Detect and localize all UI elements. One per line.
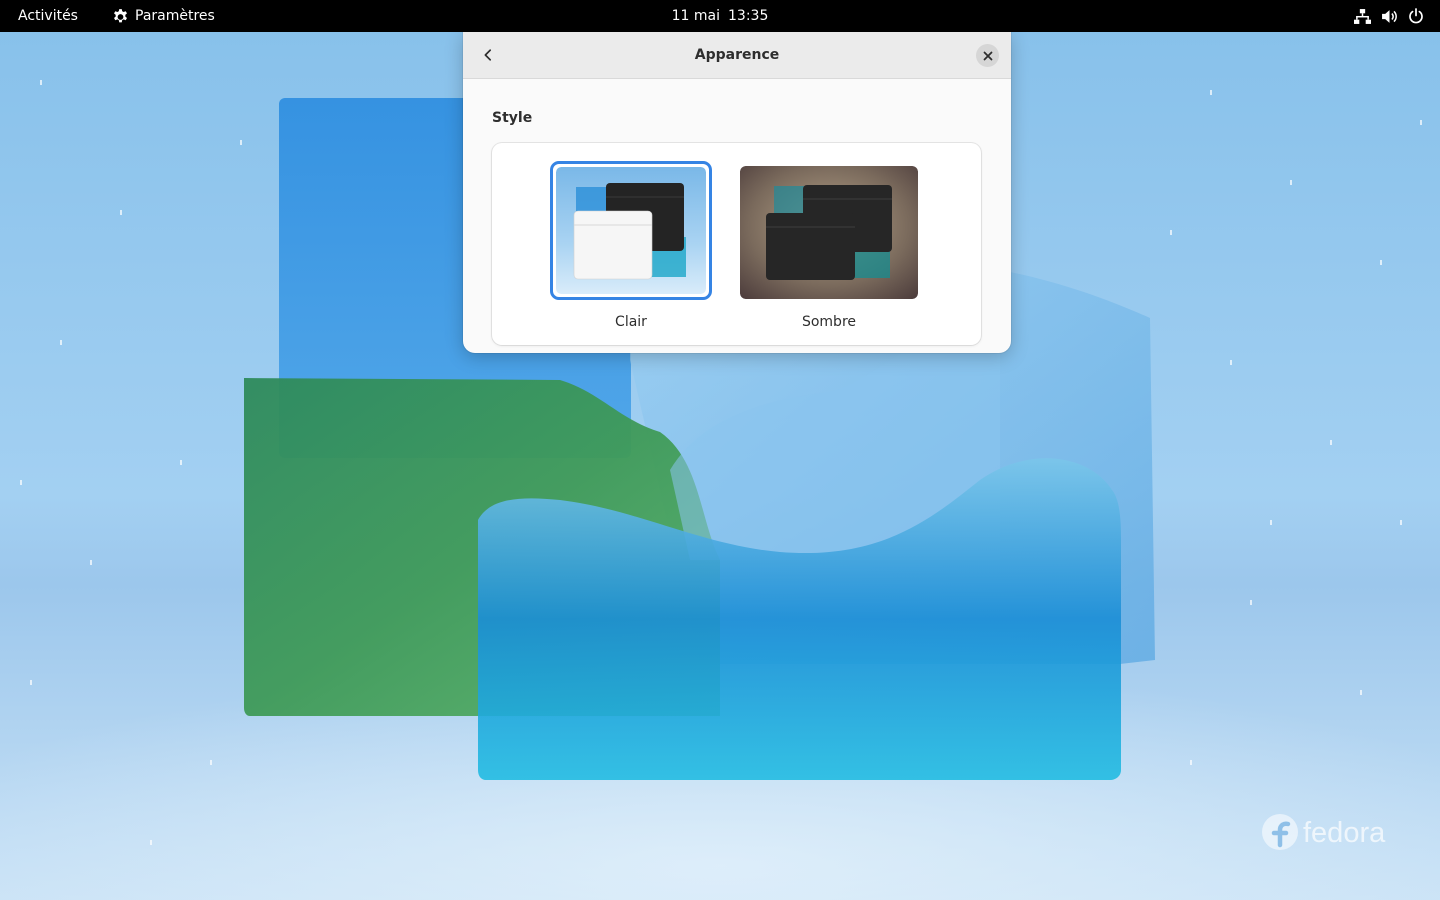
style-option-dark-label: Sombre: [801, 314, 857, 330]
network-wired-icon: [1354, 8, 1371, 24]
dialog-title: Apparence: [694, 47, 780, 63]
top-bar: Activités Paramètres 11 mai 13:35: [0, 0, 1440, 32]
clock: 11 mai 13:35: [0, 0, 1440, 32]
system-tray[interactable]: [1354, 0, 1424, 32]
activities-button[interactable]: Activités: [18, 0, 78, 32]
style-options-card: Clair Sombre: [492, 143, 981, 345]
app-menu-button[interactable]: Paramètres: [112, 0, 215, 32]
activities-label: Activités: [18, 8, 78, 24]
chevron-left-icon: [484, 49, 492, 61]
appearance-dialog: Apparence Style Clair Sombre: [463, 32, 1011, 353]
svg-text:fedora: fedora: [1303, 817, 1386, 849]
clock-date[interactable]: 11 mai: [672, 8, 720, 24]
gear-icon: [114, 8, 127, 22]
section-heading-style: Style: [492, 110, 533, 126]
close-icon: [983, 51, 992, 60]
fedora-logo: fedora: [1261, 812, 1393, 852]
dark-style-thumbnail[interactable]: [740, 166, 918, 299]
dialog-header: Apparence: [463, 32, 1011, 79]
clock-time[interactable]: 13:35: [728, 8, 768, 24]
dark-style-preview-icon: [740, 166, 918, 299]
back-button[interactable]: [473, 40, 503, 70]
app-menu-label: Paramètres: [135, 8, 215, 24]
power-icon: [1409, 8, 1423, 24]
light-style-preview-icon: [556, 167, 706, 294]
fedora-logo-icon: fedora: [1262, 814, 1386, 850]
volume-icon: [1382, 9, 1397, 23]
close-button[interactable]: [976, 44, 999, 67]
style-option-light-label: Clair: [615, 314, 647, 330]
light-style-thumbnail[interactable]: [550, 161, 712, 300]
